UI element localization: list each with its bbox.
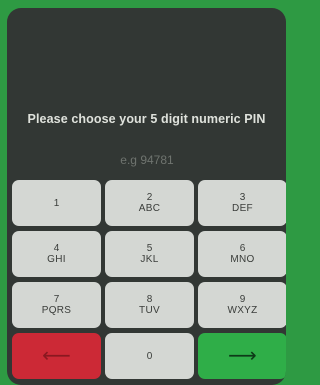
key-letters: JKL xyxy=(140,253,159,265)
key-digit: 0 xyxy=(146,350,153,362)
key-2[interactable]: 2 ABC xyxy=(105,180,194,226)
key-digit: 7 xyxy=(53,293,60,305)
arrow-right-icon: ⟶ xyxy=(228,345,257,367)
key-letters: DEF xyxy=(232,202,253,214)
pin-prompt: Please choose your 5 digit numeric PIN xyxy=(27,112,266,126)
key-digit: 3 xyxy=(239,191,246,203)
numeric-keypad: 1 2 ABC 3 DEF 4 GHI 5 JKL 6 MNO 7 PQRS 8… xyxy=(12,180,286,379)
key-7[interactable]: 7 PQRS xyxy=(12,282,101,328)
key-3[interactable]: 3 DEF xyxy=(198,180,286,226)
key-4[interactable]: 4 GHI xyxy=(12,231,101,277)
back-button[interactable]: ⟵ xyxy=(12,333,101,379)
arrow-left-icon: ⟵ xyxy=(42,345,71,367)
key-digit: 2 xyxy=(146,191,153,203)
key-digit: 8 xyxy=(146,293,153,305)
pin-entry-screen: Please choose your 5 digit numeric PIN 1… xyxy=(7,8,286,385)
key-letters: WXYZ xyxy=(227,304,258,316)
key-letters: TUV xyxy=(139,304,160,316)
key-letters: ABC xyxy=(138,202,161,214)
key-digit: 5 xyxy=(146,242,153,254)
key-digit: 6 xyxy=(239,242,246,254)
key-letters: PQRS xyxy=(41,304,72,316)
key-digit: 4 xyxy=(53,242,60,254)
key-0[interactable]: 0 xyxy=(105,333,194,379)
key-digit: 9 xyxy=(239,293,246,305)
key-5[interactable]: 5 JKL xyxy=(105,231,194,277)
key-letters: MNO xyxy=(230,253,255,265)
key-6[interactable]: 6 MNO xyxy=(198,231,286,277)
key-8[interactable]: 8 TUV xyxy=(105,282,194,328)
key-letters: GHI xyxy=(47,253,66,265)
next-button[interactable]: ⟶ xyxy=(198,333,286,379)
key-9[interactable]: 9 WXYZ xyxy=(198,282,286,328)
key-1[interactable]: 1 xyxy=(12,180,101,226)
key-digit: 1 xyxy=(53,197,60,209)
pin-input[interactable] xyxy=(57,150,237,170)
